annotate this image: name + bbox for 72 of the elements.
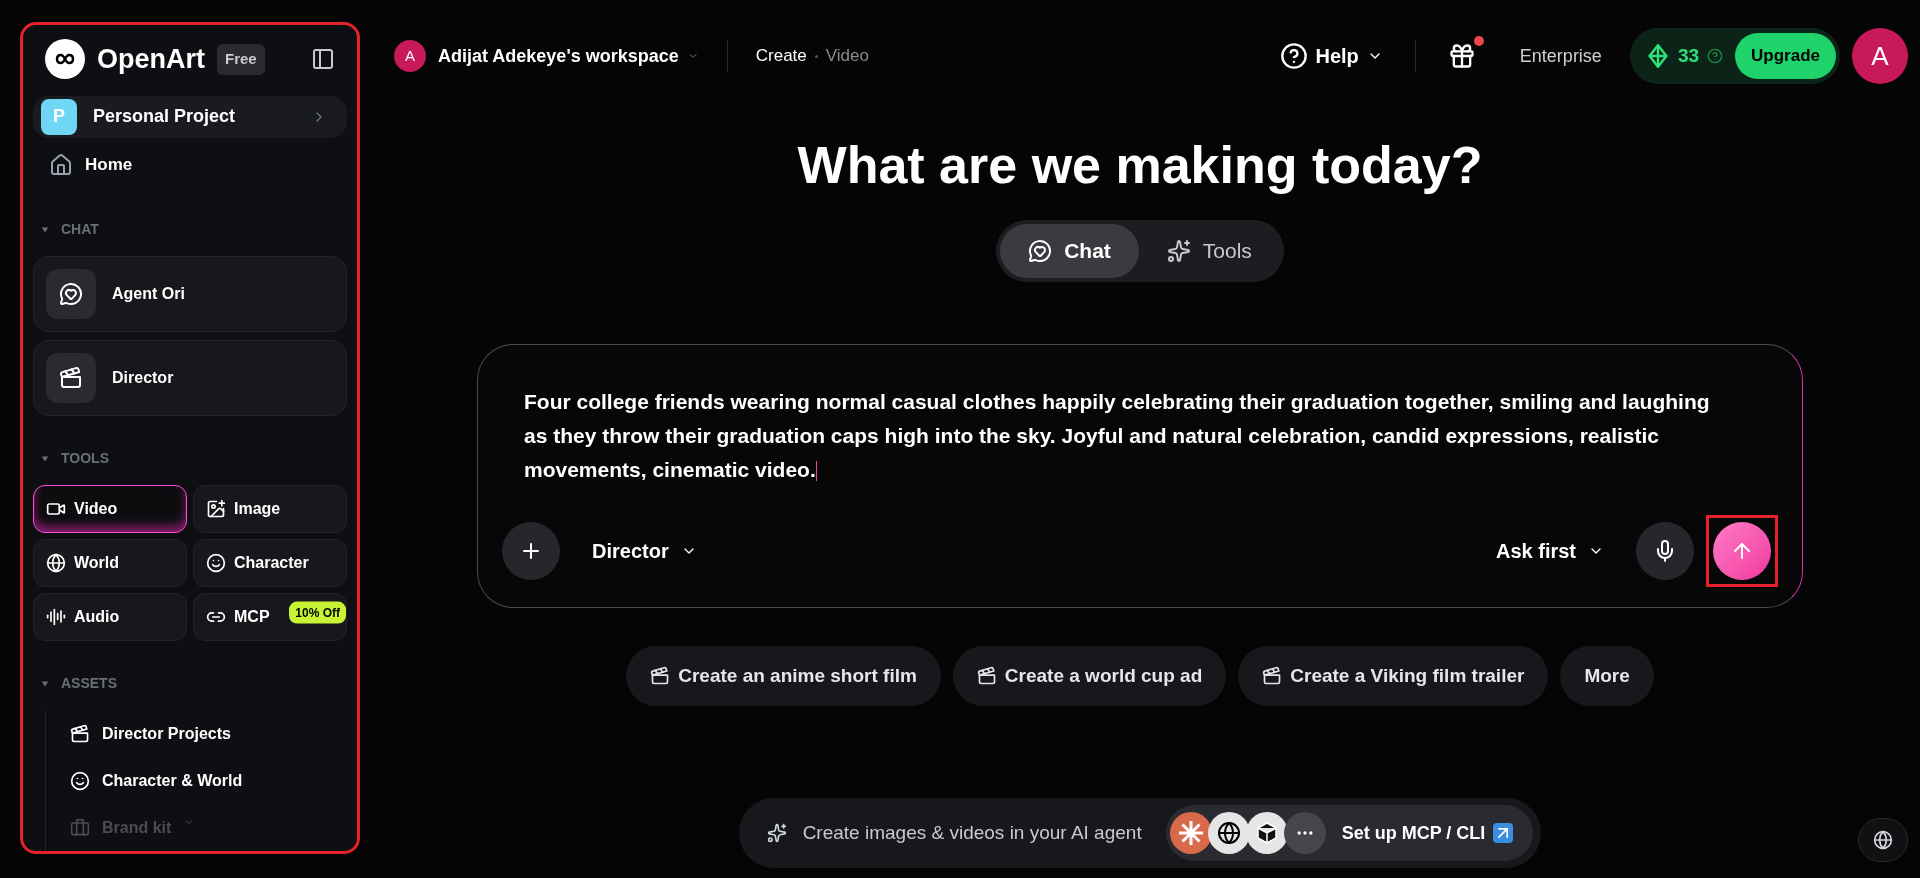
logo-icon: [45, 39, 85, 80]
credits-count: 33: [1677, 43, 1700, 68]
breadcrumb-separator: [814, 54, 818, 58]
home-nav-item[interactable]: Home: [33, 142, 347, 187]
chat-agent-item[interactable]: Agent Ori: [33, 256, 347, 332]
chat-icon: [1028, 239, 1053, 263]
smiley-icon: [206, 553, 226, 573]
sparkles-icon: [766, 823, 787, 843]
home-icon: [49, 152, 73, 177]
project-selector[interactable]: P Personal Project: [33, 95, 347, 139]
audio-icon: [46, 607, 66, 627]
workspace-avatar: A: [394, 40, 426, 72]
clapperboard-icon: [976, 666, 997, 686]
agent-selector[interactable]: Director: [592, 536, 697, 566]
suggestion-chip[interactable]: Create a world cup ad: [952, 646, 1227, 706]
suggestion-chip[interactable]: Create an anime short film: [626, 646, 941, 706]
tool-item[interactable]: World: [33, 539, 187, 587]
help-button[interactable]: Help: [1279, 41, 1383, 71]
smiley-icon: [70, 770, 90, 791]
section-heading: CHAT: [61, 220, 99, 239]
caret-icon[interactable]: [41, 225, 49, 234]
help-icon: [1707, 48, 1724, 64]
briefcase-icon: [70, 817, 90, 838]
project-name: Personal Project: [93, 105, 236, 129]
starburst-logo-icon: [1169, 812, 1212, 854]
section-heading: TOOLS: [61, 449, 109, 468]
enterprise-link[interactable]: Enterprise: [1519, 42, 1602, 70]
setup-mcp-button[interactable]: Set up MCP / CLI: [1165, 805, 1534, 861]
caret-icon[interactable]: [41, 454, 49, 463]
upgrade-button[interactable]: Upgrade: [1735, 33, 1836, 79]
user-avatar[interactable]: A: [1852, 28, 1908, 84]
brand-name: OpenArt: [97, 43, 205, 76]
tool-item[interactable]: Video: [33, 485, 187, 533]
diamond-icon: [1645, 44, 1670, 68]
language-icon[interactable]: [1858, 818, 1908, 862]
more-icon: [1283, 812, 1326, 854]
asset-item[interactable]: Director Projects: [46, 710, 347, 757]
sidebar-toggle-icon[interactable]: [311, 47, 335, 72]
cube-logo-icon: [1245, 812, 1288, 854]
breadcrumb-item: Video: [825, 45, 869, 68]
mode-selector[interactable]: Ask first: [1495, 536, 1604, 566]
prompt-input[interactable]: Four college friends wearing normal casual clothes happily celebrating their graduation together, smiling and laughing as they throw their graduation caps high into the sky. Joyful and natural celebration, candid expressions, realistic movements, cinematic video.: [502, 385, 1778, 487]
suggestion-chip[interactable]: Create a Viking film trailer: [1238, 646, 1549, 706]
clapperboard-icon: [650, 666, 671, 686]
gift-icon[interactable]: [1447, 42, 1476, 70]
external-link-icon: [1493, 823, 1514, 843]
clapperboard-icon: [59, 366, 83, 390]
tool-item[interactable]: MCP 10% Off: [193, 593, 347, 641]
agent-bar-text: Create images & videos in your AI agent: [802, 820, 1142, 845]
send-button[interactable]: [1713, 522, 1771, 580]
project-avatar: P: [41, 98, 77, 135]
chat-icon: [59, 282, 83, 306]
page-title: What are we making today?: [797, 135, 1483, 196]
breadcrumb-item[interactable]: Create: [755, 43, 807, 69]
tool-item[interactable]: Image: [193, 485, 347, 533]
section-heading: ASSETS: [61, 674, 117, 693]
suggestion-chip[interactable]: More: [1560, 646, 1654, 706]
sparkles-icon: [1166, 239, 1191, 263]
tool-item[interactable]: Character: [193, 539, 347, 587]
workspace-selector[interactable]: Adijat Adekeye's workspace: [438, 42, 699, 70]
plan-badge: Free: [217, 44, 265, 75]
clapperboard-icon: [1262, 666, 1283, 686]
mode-tab[interactable]: Chat: [1000, 224, 1139, 278]
mode-tab[interactable]: Tools: [1138, 224, 1280, 278]
image-icon: [206, 499, 226, 519]
tool-item[interactable]: Audio: [33, 593, 187, 641]
caret-icon[interactable]: [41, 679, 49, 688]
discount-badge: 10% Off: [289, 601, 346, 624]
asset-item[interactable]: Character & World: [46, 757, 347, 804]
help-icon: [1279, 42, 1308, 70]
chat-agent-item[interactable]: Director: [33, 340, 347, 416]
globe-icon: [46, 553, 66, 573]
